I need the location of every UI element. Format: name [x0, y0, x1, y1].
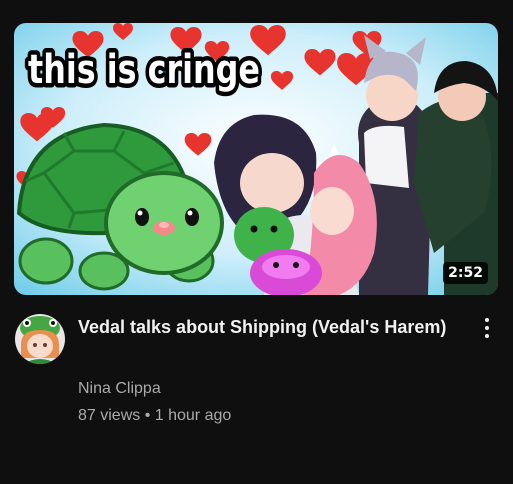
- upload-age: 1 hour ago: [154, 407, 232, 424]
- video-title[interactable]: Vedal talks about Shipping (Vedal's Hare…: [78, 314, 458, 341]
- menu-dot: [485, 326, 489, 330]
- thumbnail-image: this is cringe: [14, 23, 498, 295]
- channel-avatar[interactable]: [15, 314, 65, 364]
- more-vert-icon[interactable]: [476, 314, 498, 344]
- view-count: 87 views: [78, 407, 141, 424]
- avatar-image: [15, 314, 65, 364]
- menu-dot: [485, 334, 489, 338]
- meta-separator: •: [144, 407, 151, 424]
- duration-badge: 2:52: [443, 262, 488, 284]
- video-thumbnail[interactable]: this is cringe 2:52: [14, 23, 498, 295]
- menu-dot: [485, 318, 489, 322]
- video-meta: 87 views • 1 hour ago: [78, 405, 231, 427]
- video-card: this is cringe 2:52 Vedal talks about Sh…: [0, 0, 513, 484]
- thumbnail-caption: this is cringe: [28, 47, 260, 93]
- channel-name[interactable]: Nina Clippa: [78, 378, 161, 400]
